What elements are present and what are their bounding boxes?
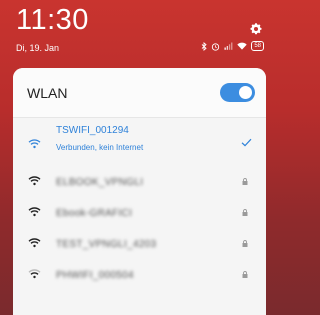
- wlan-header: WLAN: [13, 68, 266, 118]
- lock-icon: [242, 240, 248, 247]
- wifi-signal-icon: [28, 139, 41, 149]
- network-item-connected[interactable]: TSWIFI_001294 Verbunden, kein Internet: [13, 122, 266, 162]
- wlan-title: WLAN: [27, 85, 68, 101]
- wifi-signal-icon: [28, 238, 41, 248]
- network-item[interactable]: Ebook-GRAFICI: [13, 198, 266, 228]
- wlan-panel: WLAN TSWIFI_001294 Verbunden, kein Inter…: [13, 68, 266, 315]
- network-status: Verbunden, kein Internet: [56, 143, 144, 152]
- date-label: Di, 19. Jan: [16, 43, 60, 53]
- network-name: TSWIFI_001294: [56, 125, 129, 136]
- lock-icon: [242, 209, 248, 216]
- bluetooth-icon: [202, 41, 207, 51]
- network-name: TEST_VPNGLI_4203: [56, 239, 157, 250]
- network-name: ELBOOK_VPNGLI: [56, 177, 144, 188]
- gear-icon[interactable]: [249, 22, 263, 36]
- toggle-knob: [239, 86, 252, 99]
- network-item[interactable]: TEST_VPNGLI_4203: [13, 229, 266, 259]
- wlan-toggle[interactable]: [220, 83, 255, 102]
- system-icons: 58: [201, 41, 264, 51]
- wifi-icon: [237, 42, 248, 50]
- wifi-signal-icon: [28, 269, 41, 279]
- network-name: PHWIFI_000504: [56, 270, 134, 281]
- network-item[interactable]: ELBOOK_VPNGLI: [13, 167, 266, 197]
- alarm-icon: [212, 42, 220, 51]
- network-item[interactable]: PHWIFI_000504: [13, 260, 266, 290]
- wifi-signal-icon: [28, 207, 41, 217]
- battery-icon: 58: [251, 41, 264, 51]
- network-name: Ebook-GRAFICI: [56, 208, 133, 219]
- lock-icon: [242, 178, 248, 185]
- wifi-signal-icon: [28, 176, 41, 186]
- lock-icon: [242, 271, 248, 278]
- clock: 11:30: [16, 4, 89, 36]
- status-bar: 11:30 Di, 19. Jan 58: [0, 0, 274, 66]
- checkmark-icon: [241, 138, 252, 147]
- signal-icon: [224, 42, 233, 50]
